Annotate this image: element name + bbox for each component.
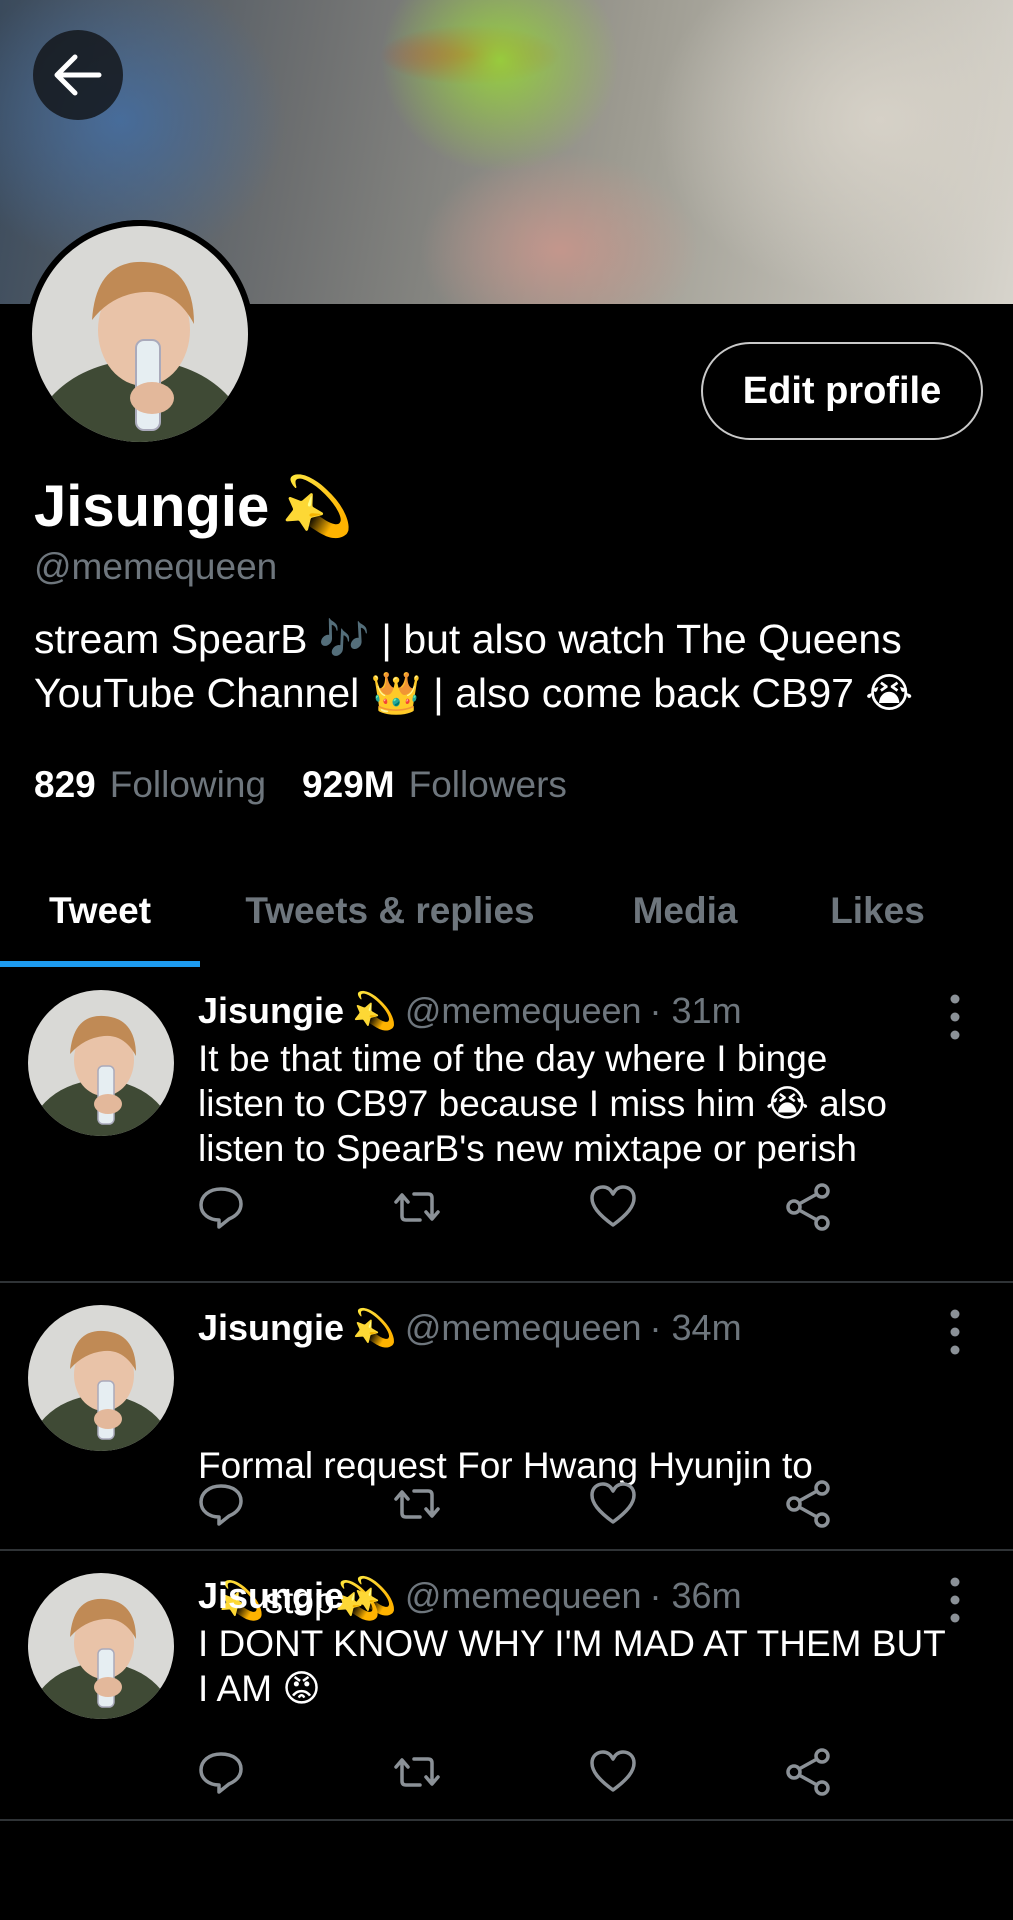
tweet-actions [196,1479,836,1529]
reply-icon[interactable] [196,1747,246,1797]
profile-tabs: Tweet Tweets & replies Media Likes [0,860,1013,970]
tweet-item[interactable]: Jisungie 💫 @memequeen · 31m It be that t… [0,972,1013,1283]
tweet-author-name[interactable]: Jisungie [198,990,344,1032]
following-label[interactable]: Following [110,764,266,806]
tweet-header: Jisungie 💫 @memequeen · 34m [198,1307,742,1349]
more-options-icon[interactable] [940,1575,970,1625]
reply-icon[interactable] [196,1182,246,1232]
profile-display-name: Jisungie 💫 [34,472,354,541]
tweet-text-line: I AM 😡 [198,1668,321,1709]
following-count[interactable]: 829 [34,764,96,806]
share-icon[interactable] [784,1182,834,1232]
tweet-author-handle[interactable]: @memequeen [405,990,642,1032]
more-options-icon[interactable] [940,992,970,1042]
tweet-avatar[interactable] [28,1305,174,1451]
like-icon[interactable] [588,1182,638,1232]
tweet-text-line: listen to CB97 because I miss him 😭 also [198,1083,887,1124]
back-button[interactable] [33,30,123,120]
tweet-timestamp[interactable]: · 34m [650,1307,742,1349]
like-icon[interactable] [588,1747,638,1797]
dizzy-emoji-icon: 💫 [352,1308,397,1349]
active-tab-indicator [0,961,200,967]
tweet-author-handle[interactable]: @memequeen [405,1307,642,1349]
tweet-item[interactable]: Jisungie 💫 @memequeen · 36m I DONT KNOW … [0,1551,1013,1821]
tweet-text-line: It be that time of the day where I binge [198,1038,828,1079]
dizzy-emoji-icon: 💫 [281,472,354,540]
tweet-actions [196,1747,836,1797]
tweet-actions [196,1182,836,1232]
followers-label[interactable]: Followers [409,764,567,806]
bio-line-1: stream SpearB 🎶 | but also watch The Que… [34,616,902,662]
arrow-left-icon [54,54,102,96]
retweet-icon[interactable] [392,1747,442,1797]
profile-avatar[interactable] [26,220,254,448]
dizzy-emoji-icon: 💫 [352,1576,397,1617]
tweet-item[interactable]: Jisungie 💫 @memequeen · 34m Formal reque… [0,1283,1013,1621]
reply-icon[interactable] [196,1479,246,1529]
bio-line-2: YouTube Channel 👑 | also come back CB97 … [34,670,914,716]
tweet-timestamp[interactable]: · 31m [650,990,742,1032]
tweet-author-handle[interactable]: @memequeen [405,1575,642,1617]
tweet-text-line: listen to SpearB's new mixtape or perish [198,1128,857,1169]
tweet-avatar[interactable] [28,1573,174,1719]
tweet-author-name[interactable]: Jisungie [198,1575,344,1617]
profile-handle: @memequeen [34,546,278,587]
retweet-icon[interactable] [392,1479,442,1529]
tweet-header: Jisungie 💫 @memequeen · 31m [198,990,742,1032]
tweet-timestamp[interactable]: · 36m [650,1575,742,1617]
profile-name-text: Jisungie [34,474,270,539]
edit-profile-button[interactable]: Edit profile [701,342,983,440]
tab-likes[interactable]: Likes [790,860,965,962]
tweet-text-line: I DONT KNOW WHY I'M MAD AT THEM BUT [198,1623,946,1664]
tweet-text: It be that time of the day where I binge… [198,1036,988,1171]
tab-tweets-and-replies[interactable]: Tweets & replies [220,860,560,962]
like-icon[interactable] [588,1479,638,1529]
profile-stats: 829 Following 929M Followers [34,764,567,806]
tweet-text: I DONT KNOW WHY I'M MAD AT THEM BUT I AM… [198,1621,988,1711]
tab-media[interactable]: Media [595,860,775,962]
share-icon[interactable] [784,1747,834,1797]
profile-bio: stream SpearB 🎶 | but also watch The Que… [34,612,994,720]
tweet-avatar[interactable] [28,990,174,1136]
tab-tweet[interactable]: Tweet [0,860,200,962]
dizzy-emoji-icon: 💫 [352,991,397,1032]
more-options-icon[interactable] [940,1307,970,1357]
retweet-icon[interactable] [392,1182,442,1232]
tweet-author-name[interactable]: Jisungie [198,1307,344,1349]
followers-count[interactable]: 929M [302,764,395,806]
share-icon[interactable] [784,1479,834,1529]
tweet-header: Jisungie 💫 @memequeen · 36m [198,1575,742,1617]
